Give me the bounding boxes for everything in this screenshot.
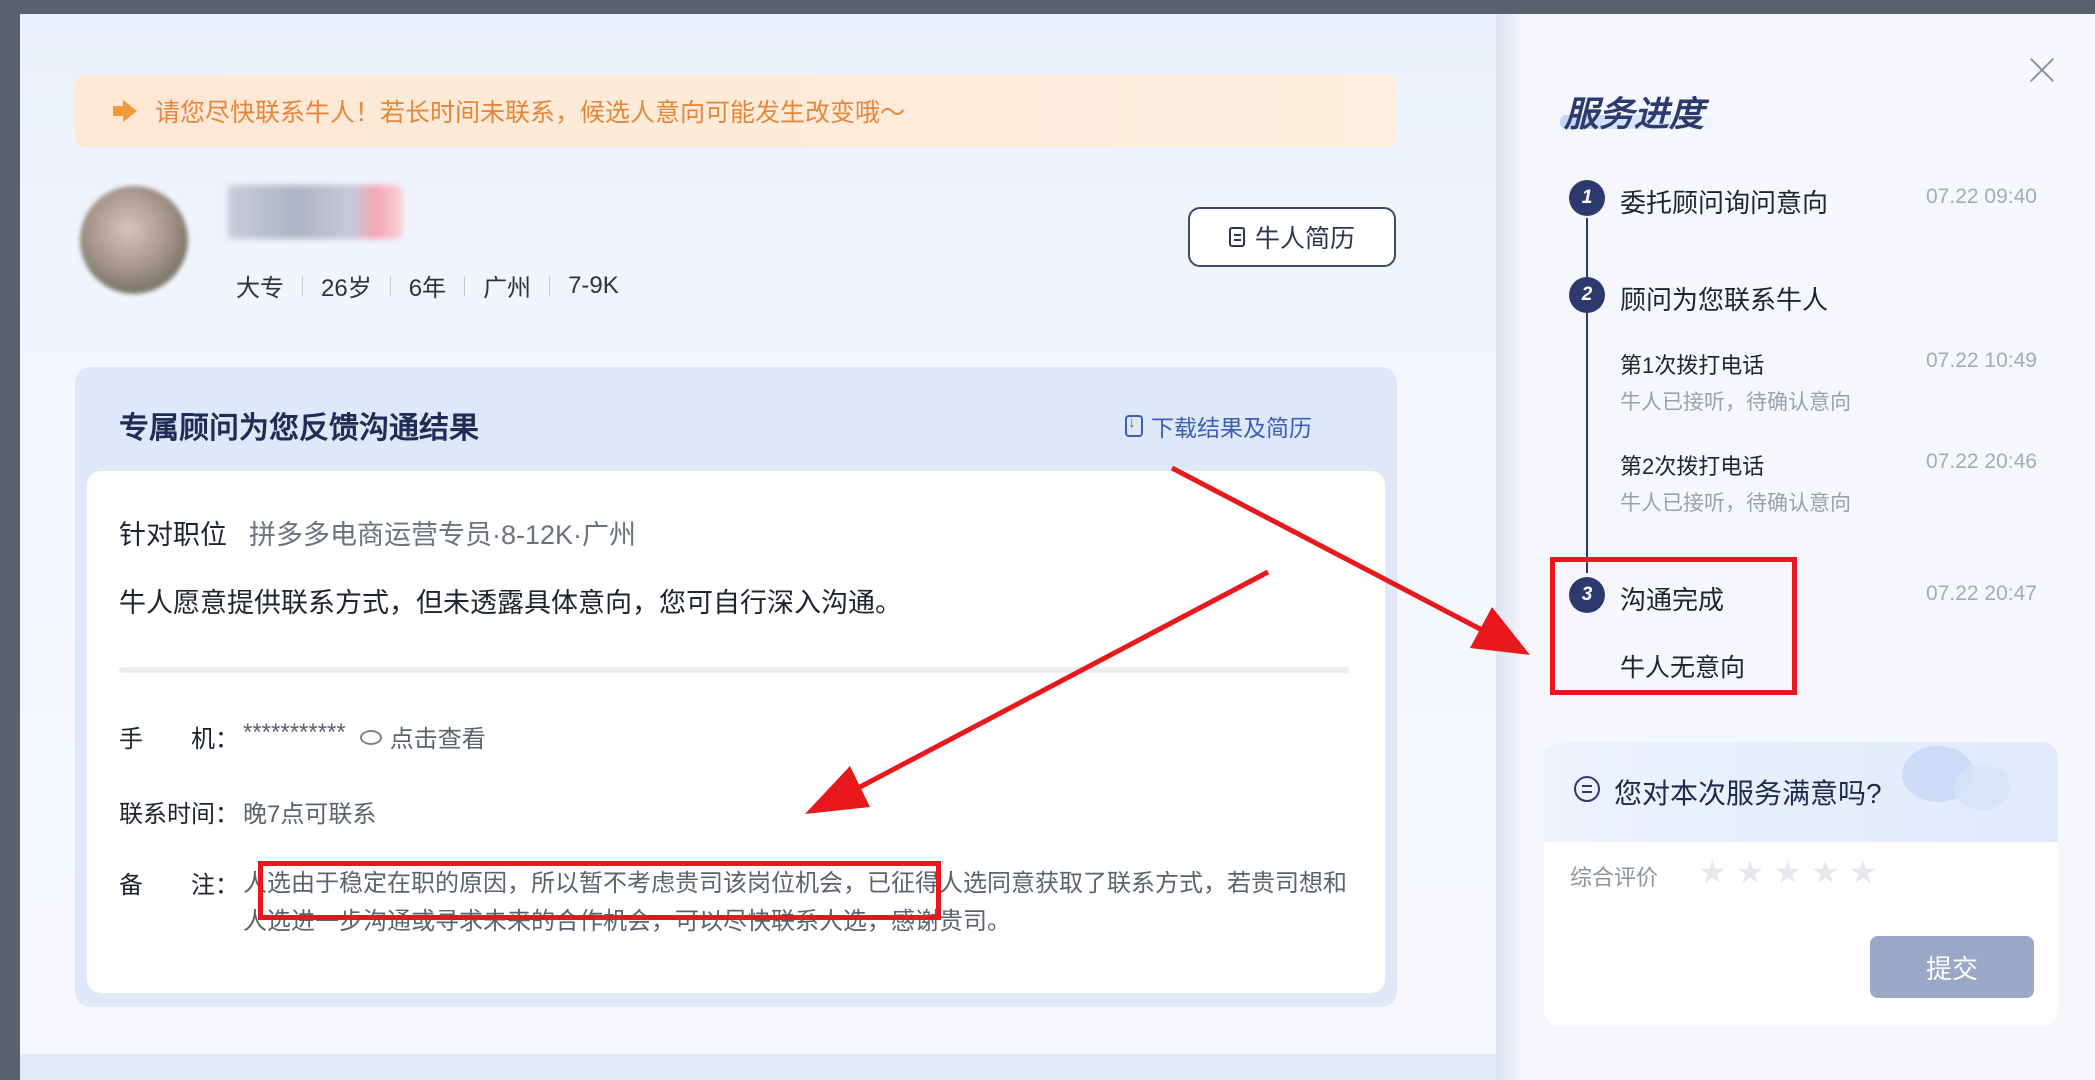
arrow-to-step3-line — [1170, 465, 1484, 633]
annotation-arrows — [805, 465, 1530, 814]
arrow-to-remark-line — [858, 569, 1270, 790]
arrow-to-remark-head — [805, 766, 870, 814]
